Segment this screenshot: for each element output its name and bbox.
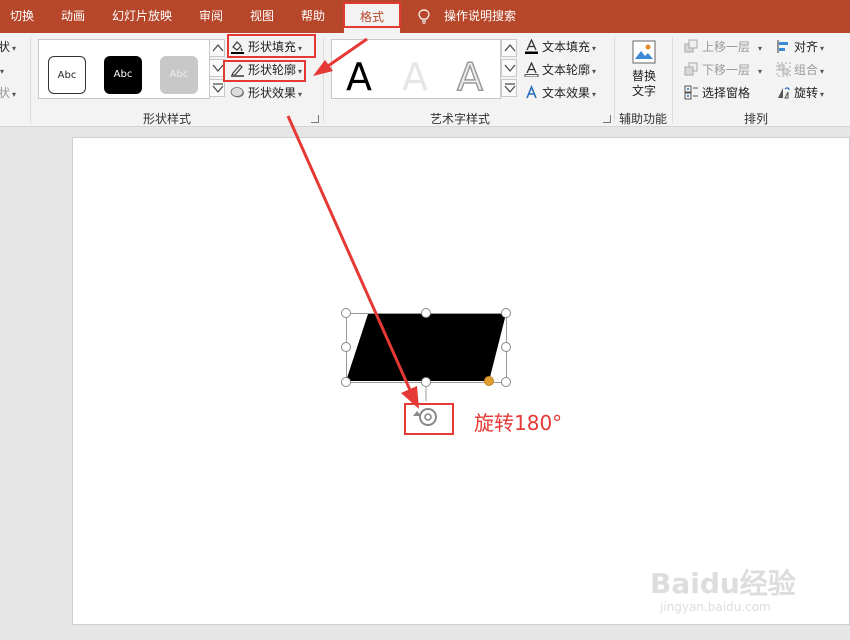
parallelogram-shape[interactable]	[346, 314, 506, 381]
cutoff-command-3[interactable]: 状 ▾	[0, 83, 16, 103]
send-backward-icon	[684, 62, 698, 76]
sizing-handle-bottom-right	[501, 377, 511, 387]
group-separator	[323, 37, 324, 123]
ribbon-tab-bar: 切换 动画 幻灯片放映 审阅 视图 帮助 格式 操作说明搜索	[0, 0, 850, 33]
group-label-arrange: 排列	[744, 112, 769, 126]
align-button[interactable]: 对齐 ▾	[776, 37, 824, 57]
shape-style-gallery: Abc Abc Abc	[38, 39, 210, 99]
lightbulb-icon	[418, 9, 430, 24]
chevron-up-icon	[504, 44, 516, 52]
expand-gallery-icon	[212, 83, 224, 93]
shape-style-black[interactable]: Abc	[104, 56, 142, 94]
text-effects-icon	[526, 85, 537, 99]
shape-styles-dialog-launcher[interactable]	[311, 115, 319, 123]
ribbon: 状 ▾ ▾ 状 ▾ Abc Abc Abc 形状填充 ▾ 形状轮廓 ▾ 形状效果 ▾ 形状…	[0, 33, 850, 127]
group-separator	[614, 37, 615, 123]
shape-style-white[interactable]: Abc	[48, 56, 86, 94]
sizing-handle-right	[501, 342, 511, 352]
cutoff-command-2[interactable]: ▾	[0, 60, 4, 80]
sizing-handle-top	[421, 308, 431, 318]
rotate-button[interactable]: 旋转 ▾	[776, 83, 824, 103]
highlight-format-tab	[343, 2, 401, 28]
highlight-shape-fill	[227, 34, 316, 58]
bring-forward-button[interactable]: 上移一层 ▾	[684, 37, 762, 57]
wordart-gallery: A A A	[331, 39, 501, 100]
wordart-style-outline[interactable]: A	[456, 54, 484, 100]
wordart-scroll-down[interactable]	[501, 59, 517, 77]
text-fill-button[interactable]: 文本填充 ▾	[524, 37, 596, 57]
tab-help[interactable]: 帮助	[301, 0, 325, 33]
sizing-handle-bottom-left	[341, 377, 351, 387]
shape-effects-button[interactable]: 形状效果 ▾	[230, 83, 302, 103]
group-label-shape-styles: 形状样式	[143, 112, 192, 126]
watermark-url: jingyan.baidu.com	[660, 600, 771, 614]
send-backward-button[interactable]: 下移一层 ▾	[684, 60, 762, 80]
wordart-style-black[interactable]: A	[346, 54, 372, 100]
tab-review[interactable]: 审阅	[199, 0, 223, 33]
wordart-dialog-launcher[interactable]	[603, 115, 611, 123]
highlight-shape-outline	[223, 60, 306, 82]
selection-pane-button[interactable]: 选择窗格	[684, 83, 750, 103]
sizing-handle-top-right	[501, 308, 511, 318]
alt-text-button[interactable]: 替换 文字	[624, 39, 664, 105]
alt-text-label-2: 文字	[631, 84, 656, 98]
sizing-handle-left	[341, 342, 351, 352]
tab-transitions[interactable]: 切换	[10, 0, 34, 33]
tell-me-search[interactable]: 操作说明搜索	[444, 0, 516, 33]
annotation-text-rotate: 旋转180°	[474, 411, 563, 435]
group-separator	[30, 37, 31, 123]
chevron-up-icon	[212, 44, 224, 52]
group-separator	[672, 37, 673, 123]
expand-gallery-icon	[504, 83, 516, 93]
sizing-handle-bottom	[421, 377, 431, 387]
wordart-scroll-up[interactable]	[501, 39, 517, 57]
alt-text-label-1: 替换	[631, 69, 656, 83]
bring-forward-icon	[684, 39, 698, 53]
gallery-scroll-up[interactable]	[209, 39, 225, 57]
alt-text-icon	[632, 40, 656, 64]
tab-slideshow[interactable]: 幻灯片放映	[112, 0, 172, 33]
group-label-wordart-styles: 艺术字样式	[430, 112, 491, 126]
group-button[interactable]: 组合 ▾	[776, 60, 824, 80]
watermark-logo: Baidu经验	[650, 567, 796, 600]
selection-pane-icon	[684, 85, 698, 100]
chevron-down-icon	[504, 64, 516, 72]
text-outline-button[interactable]: 文本轮廓 ▾	[524, 60, 596, 80]
cutoff-command-1[interactable]: 状 ▾	[0, 37, 16, 57]
text-fill-icon	[525, 39, 538, 54]
text-outline-icon	[524, 62, 539, 77]
tab-view[interactable]: 视图	[250, 0, 274, 33]
group-icon	[776, 62, 791, 77]
text-effects-button[interactable]: 文本效果 ▾	[524, 83, 596, 103]
tab-animations[interactable]: 动画	[61, 0, 85, 33]
sizing-handle-top-left	[341, 308, 351, 318]
highlight-rotate-handle	[404, 403, 454, 435]
wordart-style-light[interactable]: A	[402, 54, 428, 100]
shape-style-gray[interactable]: Abc	[160, 56, 198, 94]
adjustment-handle	[484, 376, 494, 386]
shape-effects-icon	[230, 87, 244, 98]
rotate-icon	[778, 87, 790, 99]
wordart-more[interactable]	[501, 79, 517, 97]
align-icon	[777, 40, 788, 53]
group-label-accessibility: 辅助功能	[619, 112, 668, 126]
